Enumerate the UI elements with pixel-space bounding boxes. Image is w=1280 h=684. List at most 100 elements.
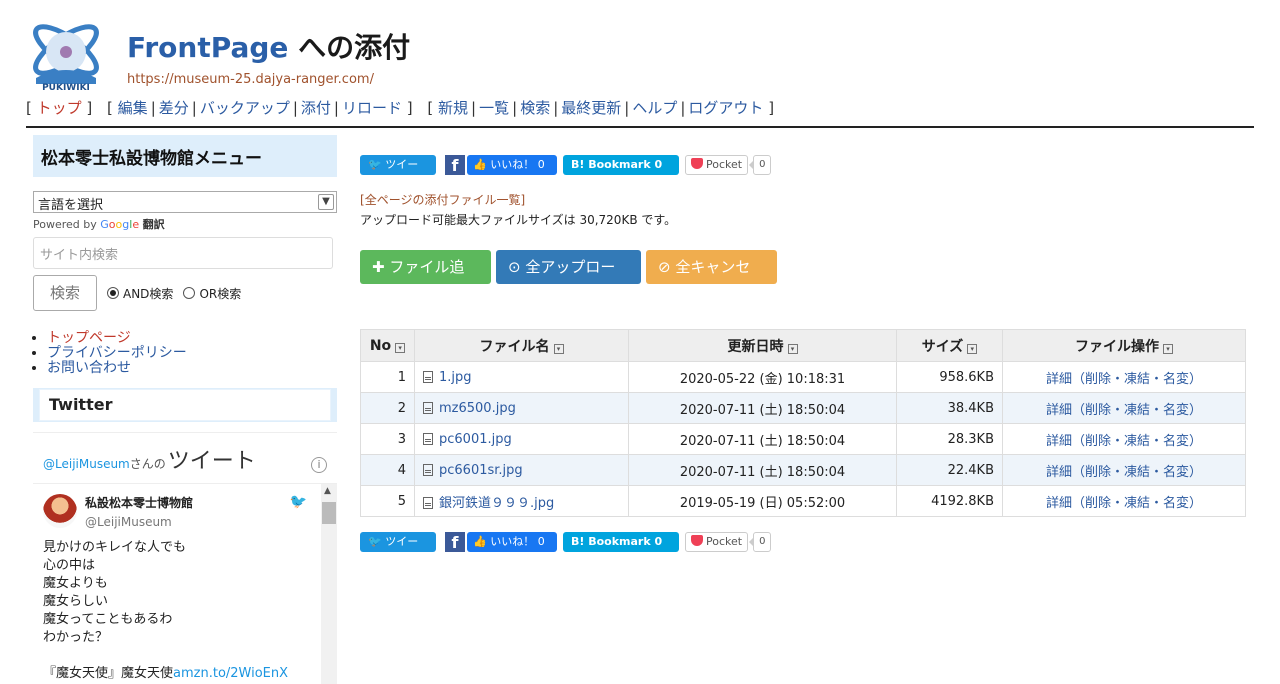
cell-date: 2020-05-22 (金) 10:18:31 <box>628 361 897 393</box>
cell-filename: pc6001.jpg <box>414 423 629 455</box>
site-url: https://museum-25.dajya-ranger.com/ <box>127 72 374 87</box>
hatena-bookmark-button[interactable]: B! Bookmark 0 <box>563 155 679 175</box>
upload-actions: ✚ ファイル追加 ⊙ 全アップロード ⊘ 全キャンセル <box>360 250 1246 310</box>
sort-icon[interactable]: ▾ <box>553 343 564 354</box>
nav-recent[interactable]: 最終更新 <box>561 99 621 117</box>
cell-date: 2020-07-11 (土) 18:50:04 <box>628 392 897 424</box>
file-link[interactable]: mz6500.jpg <box>439 401 516 416</box>
file-icon <box>423 370 433 383</box>
cell-no: 4 <box>360 454 415 486</box>
nav-list[interactable]: 一覧 <box>479 99 509 117</box>
pukiwiki-logo[interactable]: PUKIWIKI <box>26 12 106 92</box>
scroll-up-icon[interactable]: ▲ <box>324 486 331 496</box>
hatena-bookmark-button[interactable]: B! Bookmark 0 <box>563 532 679 552</box>
nav-edit[interactable]: 編集 <box>118 99 148 117</box>
google-translate-credit: Powered by Google 翻訳 <box>33 218 165 231</box>
file-link[interactable]: pc6001.jpg <box>439 432 512 447</box>
nav-reload[interactable]: リロード <box>342 99 402 117</box>
cell-operations: 詳細（削除・凍結・名変） <box>1002 454 1246 486</box>
like-button[interactable]: 👍 いいね！ 0 <box>467 532 557 552</box>
cancel-all-button[interactable]: ⊘ 全キャンセル <box>646 250 777 310</box>
nav-backup[interactable]: バックアップ <box>200 99 290 117</box>
pocket-button[interactable]: Pocket <box>685 155 749 175</box>
twitter-section-title: Twitter <box>33 388 337 422</box>
column-header-no[interactable]: No ▾ <box>360 329 415 362</box>
sort-icon[interactable]: ▾ <box>395 342 406 353</box>
column-header-size[interactable]: サイズ ▾ <box>896 329 1003 362</box>
cell-no: 1 <box>360 361 415 393</box>
cell-date: 2020-07-11 (土) 18:50:04 <box>628 454 897 486</box>
table-row: 1 1.jpg 2020-05-22 (金) 10:18:31 958.6KB … <box>360 361 1246 393</box>
twitter-bird-icon[interactable]: 🐦 <box>290 494 307 510</box>
radio-and-search[interactable]: AND検索 <box>107 285 173 302</box>
nav-top[interactable]: トップ <box>37 99 82 117</box>
timeline-user-link[interactable]: @LeijiMuseum <box>43 457 130 471</box>
table-row: 4 pc6601sr.jpg 2020-07-11 (土) 18:50:04 2… <box>360 454 1246 486</box>
column-header-filename[interactable]: ファイル名 ▾ <box>414 329 629 362</box>
file-link[interactable]: pc6601sr.jpg <box>439 463 523 478</box>
timeline-scrollbar[interactable]: ▲ <box>321 484 337 684</box>
nav-search[interactable]: 検索 <box>520 99 550 117</box>
add-file-button[interactable]: ✚ ファイル追加 <box>360 250 491 310</box>
cell-no: 3 <box>360 423 415 455</box>
all-attachments-link[interactable]: 全ページの添付ファイル一覧 <box>365 193 521 207</box>
link-contact[interactable]: お問い合わせ <box>47 360 131 376</box>
facebook-icon[interactable]: f <box>445 155 465 175</box>
search-row: 検索 AND検索 OR検索 <box>33 275 337 311</box>
link-privacy-policy[interactable]: プライバシーポリシー <box>47 345 187 361</box>
file-link[interactable]: 銀河鉄道９９９.jpg <box>439 496 554 511</box>
file-details-link[interactable]: 詳細（削除・凍結・名変） <box>1046 434 1202 449</box>
tweet-button[interactable]: 🐦 ツイート <box>360 155 436 191</box>
file-icon <box>423 463 433 476</box>
site-search-input[interactable]: サイト内検索 <box>33 237 333 269</box>
language-select[interactable]: 言語を選択 ▼ <box>33 191 337 213</box>
pocket-icon <box>691 158 703 169</box>
like-button[interactable]: 👍 いいね！ 0 <box>467 155 557 175</box>
table-row: 3 pc6001.jpg 2020-07-11 (土) 18:50:04 28.… <box>360 423 1246 455</box>
page-title-link[interactable]: FrontPage <box>127 31 288 64</box>
nav-attach[interactable]: 添付 <box>301 99 331 117</box>
facebook-icon[interactable]: f <box>445 532 465 552</box>
sort-icon[interactable]: ▾ <box>967 343 978 354</box>
sort-icon[interactable]: ▾ <box>787 343 798 354</box>
nav-new[interactable]: 新規 <box>438 99 468 117</box>
file-link[interactable]: 1.jpg <box>439 370 472 385</box>
avatar[interactable] <box>43 494 77 528</box>
info-icon[interactable]: i <box>311 457 327 473</box>
column-header-date[interactable]: 更新日時 ▾ <box>628 329 897 362</box>
tweet-link[interactable]: amzn.to/2WioEnX <box>173 666 288 681</box>
cell-no: 5 <box>360 485 415 517</box>
google-logo[interactable]: Google <box>100 218 139 231</box>
cell-size: 28.3KB <box>896 423 1003 455</box>
file-details-link[interactable]: 詳細（削除・凍結・名変） <box>1046 465 1202 480</box>
cell-operations: 詳細（削除・凍結・名変） <box>1002 485 1246 517</box>
upload-all-button[interactable]: ⊙ 全アップロード <box>496 250 641 310</box>
nav-logout[interactable]: ログアウト <box>688 99 763 117</box>
list-item: トップページ <box>47 331 337 346</box>
link-top-page[interactable]: トップページ <box>47 330 131 346</box>
file-details-link[interactable]: 詳細（削除・凍結・名変） <box>1046 496 1202 511</box>
nav-help[interactable]: ヘルプ <box>632 99 677 117</box>
author-name[interactable]: 私設松本零士博物館 <box>85 494 193 511</box>
file-details-link[interactable]: 詳細（削除・凍結・名変） <box>1046 372 1202 387</box>
cell-no: 2 <box>360 392 415 424</box>
file-details-link[interactable]: 詳細（削除・凍結・名変） <box>1046 403 1202 418</box>
cell-filename: 銀河鉄道９９９.jpg <box>414 485 629 517</box>
pocket-button[interactable]: Pocket <box>685 532 749 552</box>
author-handle[interactable]: @LeijiMuseum <box>85 515 193 529</box>
tweet-button[interactable]: 🐦 ツイート <box>360 532 436 568</box>
nav-group-top: [ トップ ] <box>26 99 93 117</box>
cell-operations: 詳細（削除・凍結・名変） <box>1002 423 1246 455</box>
upload-size-info: アップロード可能最大ファイルサイズは 30,720KB です。 <box>360 213 677 227</box>
nav-group-page: [ 編集 | 差分 | バックアップ | 添付 | リロード ] <box>107 99 413 117</box>
cell-filename: pc6601sr.jpg <box>414 454 629 486</box>
column-header-operations[interactable]: ファイル操作 ▾ <box>1002 329 1246 362</box>
table-row: 5 銀河鉄道９９９.jpg 2019-05-19 (日) 05:52:00 41… <box>360 485 1246 517</box>
nav-diff[interactable]: 差分 <box>159 99 189 117</box>
sort-icon[interactable]: ▾ <box>1163 343 1173 354</box>
search-button[interactable]: 検索 <box>33 275 97 311</box>
tweet-text: 見かけのキレイな人でも 心の中は 魔女よりも 魔女らしい 魔女ってこともあるわ … <box>43 540 289 681</box>
radio-or-search[interactable]: OR検索 <box>183 285 241 302</box>
scroll-thumb[interactable] <box>322 502 336 524</box>
main-navigation: [ トップ ] [ 編集 | 差分 | バックアップ | 添付 | リロード ] [ 新規 | 一覧… <box>26 97 784 118</box>
